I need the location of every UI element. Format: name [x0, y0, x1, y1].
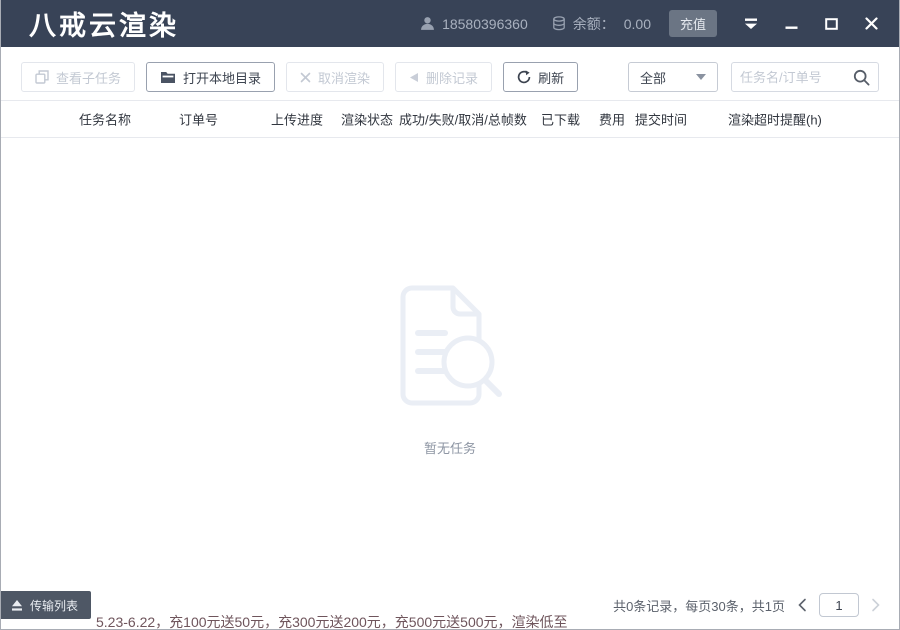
view-subtask-label: 查看子任务: [56, 68, 121, 87]
folder-icon: [160, 71, 176, 84]
column-render-status: 渲染状态: [341, 110, 393, 129]
column-submit-time: 提交时间: [635, 110, 687, 129]
column-upload-progress: 上传进度: [271, 110, 323, 129]
toolbar: 查看子任务 打开本地目录 取消渲染 删除记录 刷新: [1, 47, 899, 100]
open-local-dir-button[interactable]: 打开本地目录: [146, 62, 275, 92]
refresh-label: 刷新: [538, 68, 564, 87]
column-frame-counts: 成功/失败/取消/总帧数: [399, 110, 527, 129]
coins-icon: [552, 16, 566, 31]
titlebar: 八戒云渲染 18580396360 余额： 0.00 充值: [1, 0, 899, 47]
titlebar-right: 18580396360 余额： 0.00 充值: [420, 10, 879, 37]
cancel-render-button[interactable]: 取消渲染: [286, 62, 384, 92]
eject-upload-icon: [11, 599, 23, 612]
promo-marquee: 5.23-6.22，充100元送50元，充300元送200元，充500元送500…: [96, 612, 568, 630]
column-downloaded: 已下载: [541, 110, 580, 129]
delete-icon: [409, 72, 419, 83]
window-controls: [743, 16, 879, 32]
minimize-to-tray-icon[interactable]: [743, 16, 759, 32]
account-number: 18580396360: [442, 16, 528, 32]
column-order-id: 订单号: [179, 110, 218, 129]
view-subtask-button[interactable]: 查看子任务: [21, 62, 135, 92]
search-box: [731, 62, 879, 92]
search-icon[interactable]: [853, 69, 870, 86]
balance-label: 余额：: [573, 14, 615, 34]
app-logo: 八戒云渲染: [29, 4, 179, 43]
cancel-x-icon: [300, 72, 311, 83]
empty-state-text: 暂无任务: [1, 438, 899, 457]
column-render-timeout: 渲染超时提醒(h): [728, 110, 822, 129]
record-summary: 共0条记录，每页30条，共1页: [613, 596, 785, 615]
page-number-box[interactable]: 1: [819, 593, 859, 617]
maximize-icon[interactable]: [823, 16, 839, 32]
status-filter-value: 全部: [640, 68, 666, 87]
close-icon[interactable]: [863, 16, 879, 32]
prev-page-icon[interactable]: [797, 598, 807, 612]
refresh-icon: [517, 70, 531, 84]
empty-document-search-icon: [391, 283, 509, 414]
balance-value: 0.00: [624, 16, 651, 32]
column-cost: 费用: [599, 110, 625, 129]
search-input[interactable]: [740, 70, 853, 85]
toolbar-right: 全部: [628, 62, 879, 92]
app-window: 八戒云渲染 18580396360 余额： 0.00 充值: [0, 0, 900, 630]
table-header: 任务名称 订单号 上传进度 渲染状态 成功/失败/取消/总帧数 已下载 费用 提…: [1, 100, 899, 138]
delete-record-label: 删除记录: [426, 68, 478, 87]
next-page-icon[interactable]: [871, 598, 881, 612]
transfer-list-label: 传输列表: [30, 597, 78, 614]
user-icon: [420, 16, 435, 31]
cancel-render-label: 取消渲染: [318, 68, 370, 87]
status-filter-dropdown[interactable]: 全部: [628, 62, 718, 92]
account-info: 18580396360: [420, 16, 528, 32]
open-local-dir-label: 打开本地目录: [183, 68, 261, 87]
pagination: 共0条记录，每页30条，共1页 1: [613, 593, 881, 617]
empty-state: 暂无任务: [1, 283, 899, 457]
delete-record-button[interactable]: 删除记录: [395, 62, 492, 92]
subtask-windows-icon: [35, 70, 49, 84]
minimize-icon[interactable]: [783, 16, 799, 32]
recharge-button[interactable]: 充值: [669, 10, 717, 37]
transfer-list-button[interactable]: 传输列表: [1, 591, 91, 619]
balance-info: 余额： 0.00: [552, 14, 651, 34]
refresh-button[interactable]: 刷新: [503, 62, 578, 92]
chevron-down-icon: [696, 74, 706, 80]
column-task-name: 任务名称: [79, 110, 131, 129]
